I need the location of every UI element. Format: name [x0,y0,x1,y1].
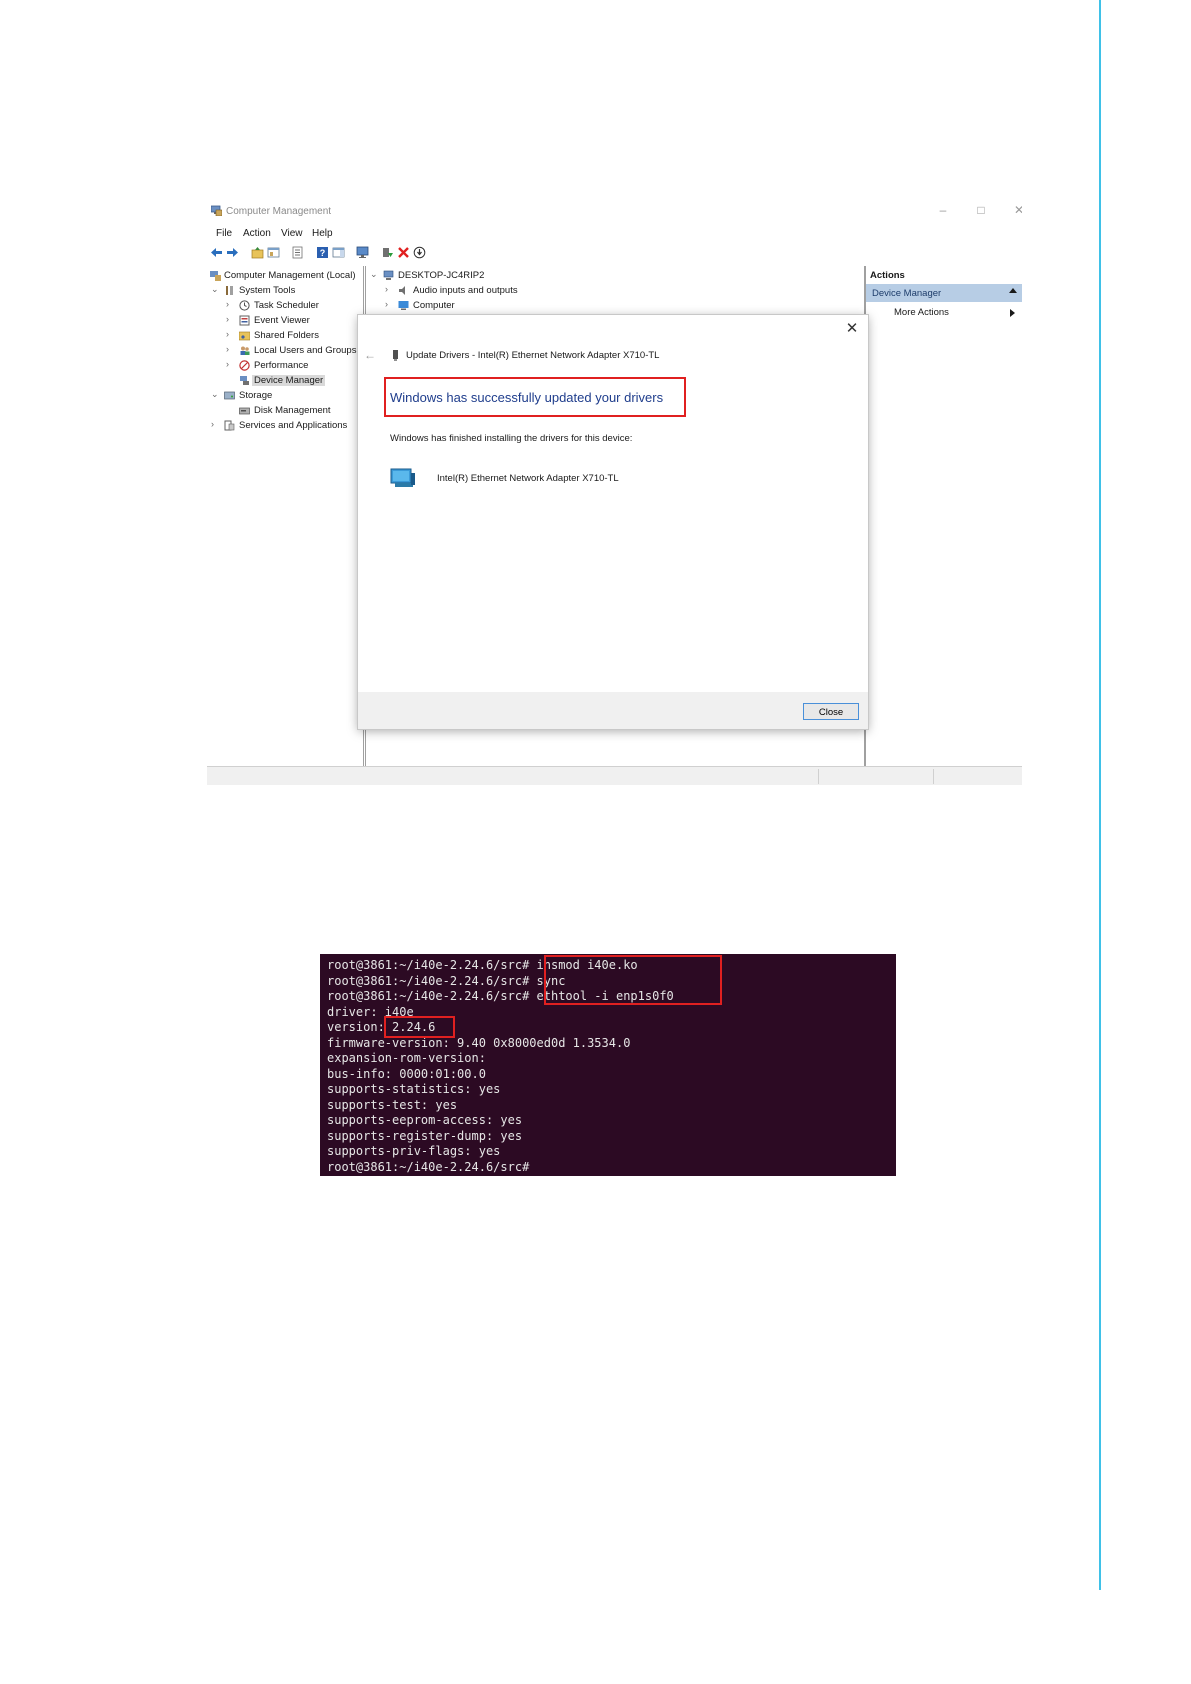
uninstall-icon[interactable] [397,246,410,259]
page-accent-line [1099,0,1101,1590]
actions-pane: Actions Device Manager More Actions [865,266,1022,766]
users-icon [240,346,250,355]
console-tree: Computer Management (Local) ⌄ System Too… [207,266,364,767]
terminal-line: supports-priv-flags: yes [327,1144,501,1158]
disk-icon [239,407,250,415]
more-actions-item[interactable]: More Actions [894,307,949,318]
status-divider [818,769,819,784]
dialog-footer: Close [358,692,868,729]
menu-file[interactable]: File [216,228,232,239]
shared-folder-icon [239,331,250,341]
help-icon[interactable]: ? [316,246,329,259]
chevron-down-icon[interactable]: ⌄ [370,269,378,280]
menu-view[interactable]: View [281,228,303,239]
tree-label: Device Manager [252,375,326,386]
title-bar: Computer Management – □ ✕ [207,198,1022,224]
actions-section-device-manager[interactable]: Device Manager [866,284,1022,302]
close-button[interactable]: Close [803,703,859,720]
update-drivers-dialog: ✕ ← Update Drivers - Intel(R) Ethernet N… [358,315,868,729]
toolbar: ? [207,244,1022,262]
chevron-down-icon[interactable]: ⌄ [211,389,219,400]
properties-icon[interactable] [291,246,304,259]
terminal-line: bus-info: 0000:01:00.0 [327,1066,486,1081]
status-bar [207,766,1022,785]
storage-icon [224,391,235,400]
maximize-button[interactable]: □ [971,203,991,217]
up-folder-icon[interactable] [251,246,264,259]
window-title: Computer Management [226,206,332,217]
actions-section-label: Device Manager [872,288,942,299]
chevron-right-icon[interactable]: › [385,284,393,294]
svg-text:?: ? [320,248,326,258]
tree-label: Services and Applications [239,420,348,431]
clock-icon [239,300,250,311]
speaker-icon [399,286,405,295]
terminal-line: supports-eeprom-access: yes [327,1113,523,1127]
tree-label: Event Viewer [254,315,310,326]
scan-hardware-icon[interactable] [413,246,426,259]
computer-icon [383,270,394,280]
update-driver-icon[interactable] [381,246,394,259]
submenu-arrow-icon[interactable] [1010,309,1015,317]
device-manager-icon [240,376,249,385]
terminal-line: supports-statistics: yes [327,1082,501,1096]
chevron-right-icon[interactable]: › [226,314,234,324]
device-tree-label: Computer [413,300,455,311]
tree-label: Local Users and Groups [254,345,357,356]
terminal-line: root@3861:~/i40e-2.24.6/src# [327,1159,530,1174]
chevron-right-icon[interactable]: › [226,344,234,354]
chevron-right-icon[interactable]: › [226,299,234,309]
terminal-line: supports-test: yes [327,1097,458,1112]
terminal-line: root@3861:~/i40e-2.24.6/src# sync [327,973,566,988]
back-arrow-icon[interactable]: ← [364,348,376,362]
show-hide-tree-icon[interactable] [267,246,280,259]
terminal-line: expansion-rom-version: [327,1051,486,1065]
network-adapter-small-icon [393,350,398,361]
collapse-up-icon[interactable] [1009,288,1017,293]
computer-management-icon [210,271,221,281]
event-viewer-icon [239,315,250,326]
tree-label: Shared Folders [254,330,319,341]
version-highlight-box [384,1016,455,1038]
menu-help[interactable]: Help [312,228,333,239]
monitor-icon[interactable] [356,246,369,259]
device-tree-label: DESKTOP-JC4RIP2 [398,270,485,281]
dialog-close-icon[interactable]: ✕ [844,321,860,337]
chevron-down-icon[interactable]: ⌄ [211,284,219,295]
chevron-right-icon[interactable]: › [226,329,234,339]
terminal-line: supports-register-dump: yes [327,1128,523,1143]
tree-label: Performance [254,360,309,371]
chevron-right-icon[interactable]: › [226,359,234,369]
actions-header: Actions [870,270,905,281]
device-tree-label: Audio inputs and outputs [413,285,518,296]
monitor-icon [398,301,409,310]
chevron-right-icon[interactable]: › [211,419,219,429]
tree-label: Storage [239,390,273,401]
finished-message: Windows has finished installing the driv… [390,433,633,444]
show-hide-action-pane-icon[interactable] [332,246,345,259]
back-arrow-icon[interactable] [210,246,223,259]
success-message: Windows has successfully updated your dr… [390,390,664,405]
tree-label: Disk Management [254,405,331,416]
tree-label: System Tools [239,285,296,296]
terminal-output: root@3861:~/i40e-2.24.6/src# insmod i40e… [320,954,896,1176]
network-adapter-icon [390,468,415,487]
services-icon [224,420,235,431]
minimize-button[interactable]: – [933,203,953,217]
status-divider [933,769,934,784]
forward-arrow-icon[interactable] [226,246,239,259]
commands-highlight-box [544,955,722,1005]
menu-action[interactable]: Action [243,228,271,239]
chevron-right-icon[interactable]: › [385,299,393,309]
device-name: Intel(R) Ethernet Network Adapter X710-T… [437,473,619,484]
tree-label: Task Scheduler [254,300,319,311]
computer-management-app-icon [211,205,222,216]
tree-label: Computer Management (Local) [224,270,356,281]
window-close-button[interactable]: ✕ [1009,203,1022,217]
performance-icon [239,360,250,371]
terminal-line: firmware-version: 9.40 0x8000ed0d 1.3534… [327,1035,631,1050]
system-tools-icon [226,286,233,295]
dialog-header: Update Drivers - Intel(R) Ethernet Netwo… [406,350,660,361]
